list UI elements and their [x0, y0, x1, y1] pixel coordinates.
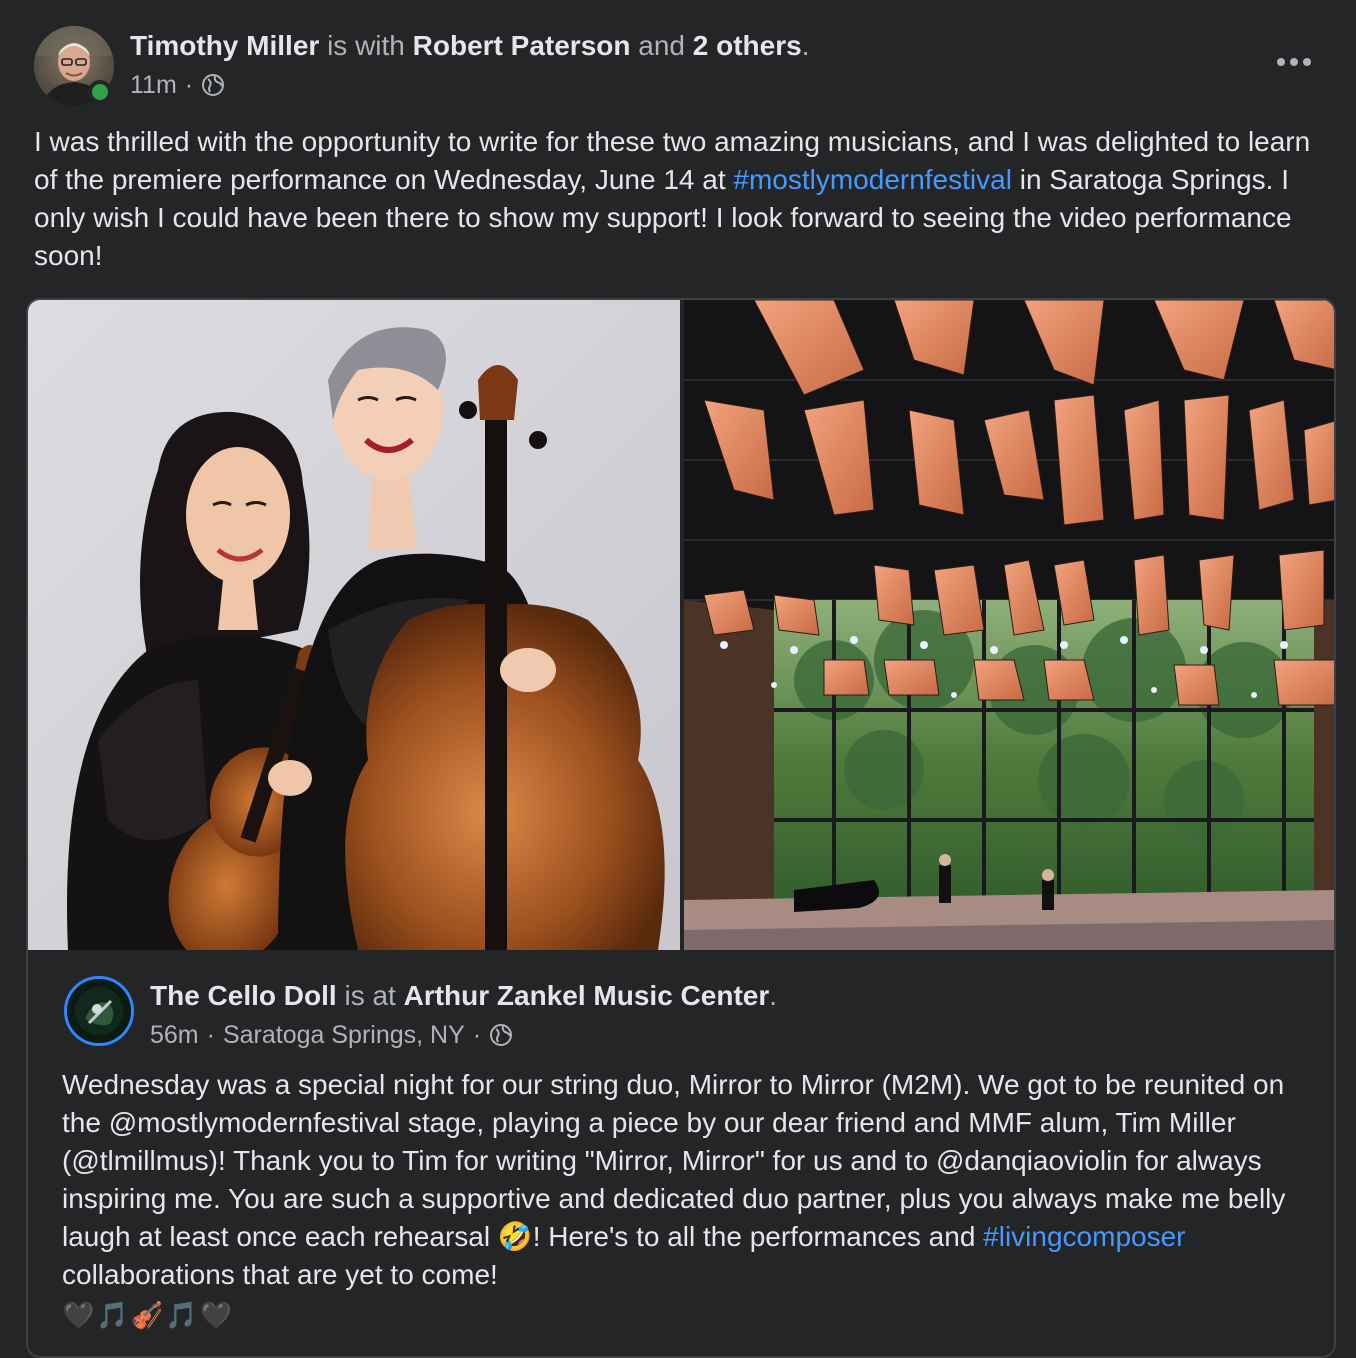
author-name[interactable]: Timothy Miller — [130, 30, 319, 61]
shared-location[interactable]: Saratoga Springs, NY — [223, 1018, 465, 1052]
post-header: Timothy Miller is with Robert Paterson a… — [130, 28, 809, 64]
is-at-text: is at — [344, 980, 396, 1011]
header-period: . — [801, 30, 810, 61]
shared-post-body: Wednesday was a special night for our st… — [62, 1066, 1312, 1294]
concert-hall-photo[interactable] — [684, 300, 1334, 950]
shared-post[interactable]: The Cello Doll is at Arthur Zankel Music… — [26, 298, 1336, 1358]
post-card: Timothy Miller is with Robert Paterson a… — [0, 0, 1356, 1358]
post-body: I was thrilled with the opportunity to w… — [34, 123, 1324, 275]
and-text: and — [638, 30, 685, 61]
shared-text-part2: collaborations that are yet to come! — [62, 1259, 498, 1290]
is-with-text: is with — [327, 30, 405, 61]
musicians-illustration — [28, 300, 680, 950]
concert-hall-illustration — [684, 300, 1334, 950]
shared-separator: · — [206, 1021, 215, 1049]
more-options-icon — [1277, 58, 1311, 66]
meta-separator: · — [184, 71, 194, 99]
emoji-line: 🖤🎵🎻🎵🖤 — [62, 1300, 234, 1330]
tagged-person[interactable]: Robert Paterson — [413, 30, 631, 61]
shared-author-avatar[interactable] — [64, 976, 134, 1046]
checkin-place[interactable]: Arthur Zankel Music Center — [404, 980, 770, 1011]
shared-timestamp[interactable]: 56m — [150, 1018, 199, 1052]
globe-icon[interactable] — [489, 1023, 513, 1047]
living-composer-hashtag[interactable]: #livingcomposer — [983, 1221, 1185, 1252]
hashtag-link[interactable]: #mostlymodernfestival — [733, 164, 1012, 195]
cello-doll-avatar-image — [67, 979, 131, 1043]
two-musicians-photo[interactable] — [28, 300, 680, 950]
shared-post-header: The Cello Doll is at Arthur Zankel Music… — [150, 978, 777, 1014]
tagged-others[interactable]: 2 others — [693, 30, 802, 61]
globe-icon[interactable] — [201, 73, 225, 97]
shared-post-meta: 56m · Saratoga Springs, NY · — [150, 1018, 513, 1052]
shared-author-name[interactable]: The Cello Doll — [150, 980, 337, 1011]
online-status-dot — [88, 80, 112, 104]
shared-separator-2: · — [472, 1021, 482, 1049]
post-meta: 11m · — [130, 68, 225, 102]
more-options-button[interactable] — [1266, 44, 1322, 80]
shared-header-period: . — [769, 980, 778, 1011]
post-timestamp[interactable]: 11m — [130, 68, 177, 102]
